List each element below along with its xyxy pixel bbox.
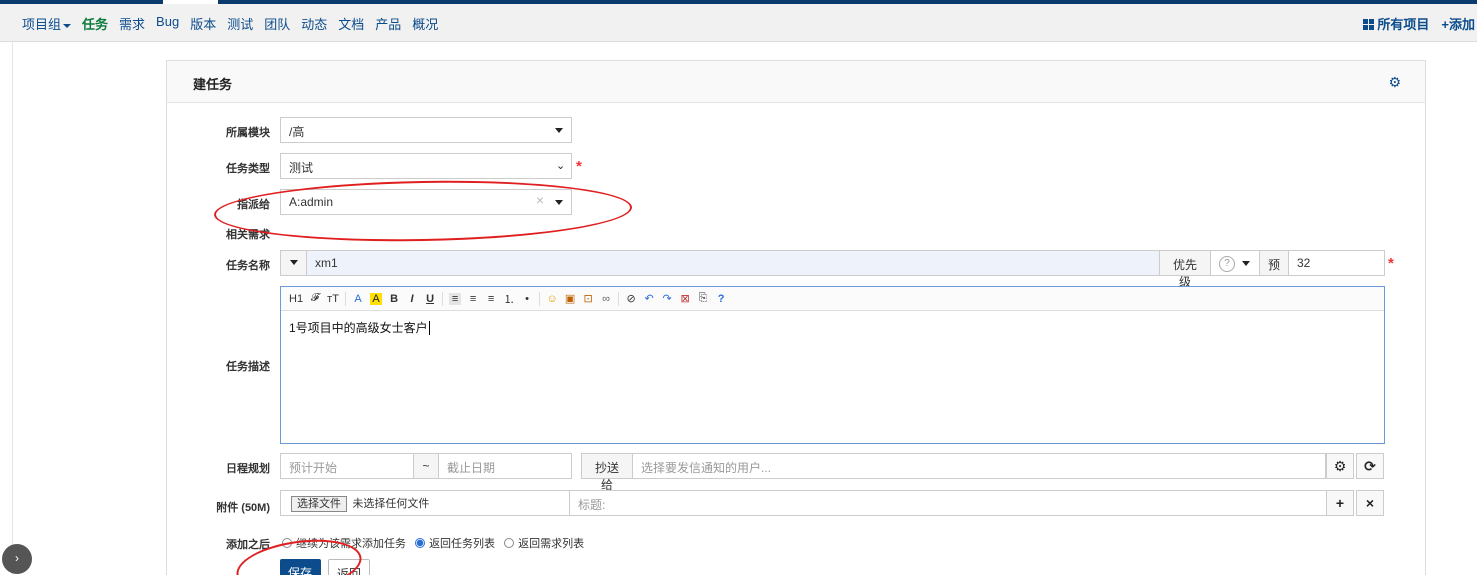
separator: [539, 291, 541, 306]
remove-file-icon[interactable]: ×: [1356, 490, 1384, 516]
type-label: 任务类型: [226, 163, 270, 175]
undo-icon[interactable]: ↶: [643, 292, 655, 305]
chevron-right-icon: ›: [15, 551, 19, 565]
bullet-list-icon[interactable]: •: [521, 293, 533, 305]
chevron-down-icon: ⌄: [556, 160, 566, 172]
media-icon[interactable]: ⊡: [582, 292, 594, 305]
link-icon[interactable]: ∞: [600, 293, 612, 305]
after-option-story-list[interactable]: 返回需求列表: [504, 538, 584, 550]
align-right-icon[interactable]: ≡: [485, 293, 497, 305]
mailto-input[interactable]: 选择要发信通知的用户...: [632, 453, 1326, 479]
estimate-input[interactable]: 32: [1288, 250, 1385, 276]
underline-button[interactable]: U: [424, 293, 436, 305]
end-date-input[interactable]: 截止日期: [438, 453, 572, 479]
refresh-icon[interactable]: ⟳: [1356, 453, 1384, 479]
redo-icon[interactable]: ↷: [661, 292, 673, 305]
italic-button[interactable]: I: [406, 293, 418, 305]
no-file-text: 未选择任何文件: [352, 498, 430, 510]
module-label: 所属模块: [226, 127, 270, 139]
fullscreen-icon[interactable]: ⊠: [679, 292, 691, 305]
bold-button[interactable]: B: [388, 293, 400, 305]
module-select[interactable]: /高: [280, 117, 572, 143]
required-icon: *: [576, 158, 582, 175]
desc-label: 任务描述: [226, 361, 270, 373]
chevron-down-icon: [555, 128, 563, 133]
scroll-toggle-button[interactable]: ›: [2, 544, 32, 574]
nav-item-product[interactable]: 产品: [375, 14, 401, 33]
after-label: 添加之后: [226, 539, 270, 551]
help-icon[interactable]: ?: [715, 293, 727, 305]
grid-icon: [1363, 19, 1375, 30]
ordered-list-icon[interactable]: ⒈: [503, 291, 515, 307]
required-icon: *: [1388, 255, 1394, 272]
nav-item-bug[interactable]: Bug: [156, 14, 179, 33]
name-label: 任务名称: [226, 260, 270, 272]
schedule-label: 日程规划: [226, 463, 270, 475]
all-projects-button[interactable]: 所有项目: [1363, 14, 1429, 33]
priority-select[interactable]: ?: [1210, 250, 1260, 276]
start-date-input[interactable]: 预计开始: [280, 453, 414, 479]
editor-content[interactable]: 1号项目中的高级女士客户: [281, 311, 1384, 344]
nav-item-project-group[interactable]: 项目组: [22, 14, 72, 33]
chevron-down-icon: [289, 260, 298, 265]
file-picker[interactable]: 选择文件 未选择任何文件: [280, 490, 570, 516]
font-size-button[interactable]: тT: [327, 293, 339, 305]
separator: [442, 291, 444, 306]
nav-item-story[interactable]: 需求: [119, 14, 145, 33]
nav-item-team[interactable]: 团队: [264, 14, 290, 33]
chevron-down-icon: [63, 23, 72, 28]
emoji-icon[interactable]: ☺: [546, 293, 558, 305]
align-left-icon[interactable]: ≡: [449, 292, 462, 305]
text-cursor: [428, 321, 430, 335]
date-range-separator: ~: [413, 453, 439, 479]
file-title-input[interactable]: 标题:: [569, 490, 1327, 516]
separator: [618, 291, 620, 306]
add-button[interactable]: +添加: [1441, 14, 1475, 33]
highlight-button[interactable]: A: [370, 292, 383, 305]
paste-icon[interactable]: ⎘: [697, 292, 709, 305]
description-editor[interactable]: H1 𝓕 тT A A B I U ≡ ≡ ≡ ⒈ • ☺ ▣ ⊡ ∞ ⊘ ↶ …: [280, 286, 1385, 444]
nav-item-task[interactable]: 任务: [82, 14, 108, 33]
nav-item-doc[interactable]: 文档: [338, 14, 364, 33]
chevron-down-icon: [1242, 261, 1250, 266]
separator: [345, 291, 347, 306]
add-file-icon[interactable]: +: [1326, 490, 1354, 516]
priority-label: 优先级: [1159, 250, 1211, 289]
plus-icon: +: [1441, 17, 1449, 32]
nav-item-test[interactable]: 测试: [227, 14, 253, 33]
font-family-button[interactable]: 𝓕: [309, 292, 321, 305]
gear-icon[interactable]: ⚙: [1326, 453, 1354, 479]
mailto-label: 抄送给: [581, 453, 633, 492]
type-select[interactable]: 测试: [280, 153, 572, 179]
gear-icon[interactable]: ⚙: [1388, 74, 1401, 91]
estimate-label: 预: [1259, 250, 1289, 276]
nav-item-build[interactable]: 版本: [190, 14, 216, 33]
nav-item-overview[interactable]: 概况: [412, 14, 438, 33]
font-color-button[interactable]: A: [352, 293, 364, 305]
main-menu: 项目组 任务 需求 Bug 版本 测试 团队 动态 文档 产品 概况: [22, 14, 449, 33]
radio-icon: [504, 538, 515, 548]
priority-value: ?: [1219, 256, 1235, 272]
nav-item-dynamic[interactable]: 动态: [301, 14, 327, 33]
page-title: 建任务: [193, 77, 233, 92]
heading-button[interactable]: H1: [289, 293, 303, 305]
nav-right-actions: 所有项目 +添加: [1363, 14, 1475, 33]
image-icon[interactable]: ▣: [564, 292, 576, 305]
panel-header: 建任务 ⚙: [167, 61, 1425, 103]
top-navigation: 项目组 任务 需求 Bug 版本 测试 团队 动态 文档 产品 概况 所有项目 …: [0, 4, 1477, 42]
align-center-icon[interactable]: ≡: [467, 293, 479, 305]
choose-file-button[interactable]: 选择文件: [291, 496, 347, 512]
radio-checked-icon: [415, 538, 426, 548]
after-option-task-list[interactable]: 返回任务列表: [415, 538, 495, 550]
files-label: 附件 (50M): [216, 502, 270, 514]
task-name-input[interactable]: xm1: [306, 250, 1160, 276]
eraser-icon[interactable]: ⊘: [625, 292, 637, 305]
editor-toolbar: H1 𝓕 тT A A B I U ≡ ≡ ≡ ⒈ • ☺ ▣ ⊡ ∞ ⊘ ↶ …: [281, 287, 1384, 311]
color-picker-button[interactable]: [280, 250, 307, 276]
